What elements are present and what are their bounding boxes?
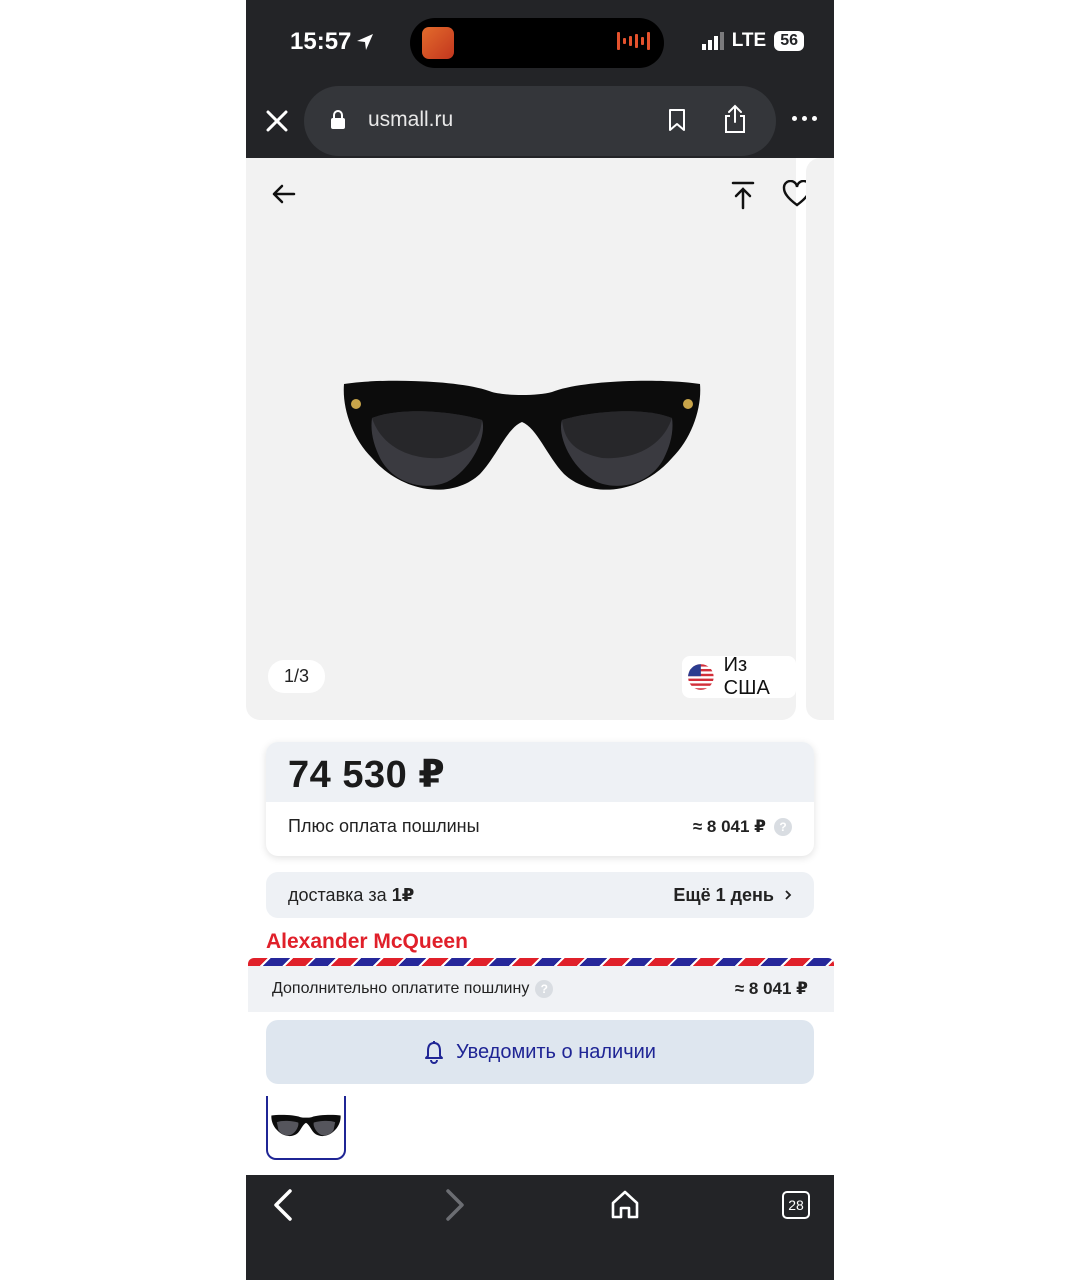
network-type: LTE — [731, 30, 767, 51]
variant-thumbnail[interactable] — [266, 1096, 346, 1160]
browser-toolbar: usmall.ru — [246, 86, 834, 158]
scroll-top-icon[interactable] — [730, 180, 756, 210]
thumbnail-image — [271, 1114, 341, 1137]
delivery-label: доставка за — [288, 884, 392, 905]
image-counter: 1/3 — [268, 660, 326, 693]
duty-label: Плюс оплата пошлины — [288, 816, 480, 836]
chevron-right-icon — [785, 890, 792, 900]
question-icon[interactable]: ? — [774, 817, 792, 836]
phone-screen: 15:57 LTE 56 usmall.ru 1/3 Из США 74 530… — [246, 0, 834, 1280]
home-icon[interactable] — [610, 1189, 640, 1221]
product-image[interactable] — [342, 378, 702, 508]
delivery-price: доставка за 1₽ — [288, 885, 414, 906]
signal-icon — [701, 32, 724, 50]
audio-level-icon — [617, 32, 650, 50]
back-icon[interactable] — [272, 1187, 296, 1223]
brand-name[interactable]: Alexander McQueen — [266, 930, 468, 954]
airmail-stripe — [248, 958, 834, 966]
forward-icon[interactable] — [442, 1187, 466, 1223]
bell-icon — [425, 1041, 443, 1064]
price-card: 74 530 ₽ Плюс оплата пошлины ≈ 8 041 ₽ ? — [266, 742, 814, 856]
dynamic-island — [410, 18, 664, 68]
price-value: 74 530 ₽ — [288, 754, 446, 796]
sticky-purchase-panel: Дополнительно оплатите пошлину ? ≈ 8 041… — [248, 958, 834, 1174]
browser-bottom-bar: 28 — [246, 1175, 834, 1280]
app-activity-icon — [422, 27, 454, 59]
delivery-time: Ещё 1 день — [673, 884, 774, 905]
duty-notice: Дополнительно оплатите пошлину ? ≈ 8 041… — [248, 966, 834, 1012]
question-icon[interactable]: ? — [535, 980, 554, 998]
next-image-peek[interactable] — [806, 158, 834, 720]
bookmark-icon[interactable] — [668, 108, 686, 132]
url-text: usmall.ru — [368, 108, 454, 131]
origin-badge: Из США — [682, 654, 796, 699]
status-indicators: LTE 56 — [701, 30, 804, 52]
arrow-left-icon[interactable] — [270, 180, 298, 208]
address-bar[interactable]: usmall.ru — [304, 86, 776, 156]
notify-availability-button[interactable]: Уведомить о наличии — [266, 1020, 814, 1084]
notify-label: Уведомить о наличии — [456, 1040, 656, 1063]
battery-level: 56 — [774, 31, 804, 51]
us-flag-icon — [688, 664, 714, 690]
duty-notice-label: Дополнительно оплатите пошлину — [272, 980, 530, 997]
duty-info: Плюс оплата пошлины ≈ 8 041 ₽ ? — [266, 802, 814, 851]
origin-text: Из США — [723, 654, 770, 699]
status-time: 15:57 — [290, 28, 375, 56]
share-icon[interactable] — [724, 104, 746, 134]
delivery-row[interactable]: доставка за 1₽ Ещё 1 день — [266, 872, 814, 918]
duty-notice-amount: ≈ 8 041 ₽ — [734, 979, 808, 998]
close-icon[interactable] — [262, 106, 292, 136]
duty-amount: ≈ 8 041 ₽ — [692, 816, 766, 836]
lock-icon — [331, 110, 345, 129]
location-arrow-icon — [357, 34, 374, 50]
more-icon[interactable] — [792, 116, 817, 121]
tabs-icon[interactable]: 28 — [782, 1191, 810, 1219]
status-bar: 15:57 LTE 56 — [246, 0, 834, 86]
delivery-cost: 1₽ — [391, 884, 415, 905]
product-gallery[interactable]: 1/3 Из США — [246, 158, 812, 720]
time-text: 15:57 — [290, 28, 352, 55]
